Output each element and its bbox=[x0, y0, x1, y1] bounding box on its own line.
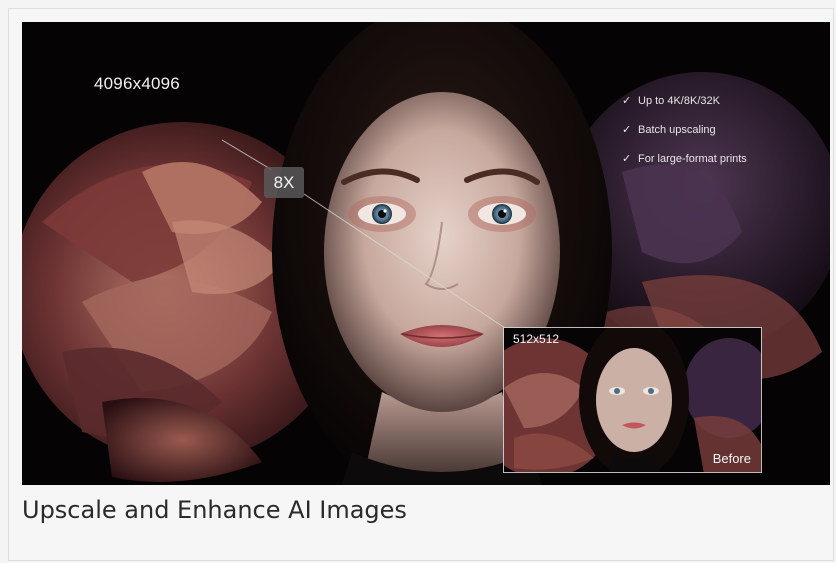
before-label: Before bbox=[712, 451, 751, 466]
card-title[interactable]: Upscale and Enhance AI Images bbox=[22, 493, 407, 527]
feature-list: ✓ Up to 4K/8K/32K ✓ Batch upscaling ✓ Fo… bbox=[622, 86, 747, 173]
output-resolution-label: 4096x4096 bbox=[94, 74, 180, 93]
hero-image[interactable]: 4096x4096 8X ✓ Up to 4K/8K/32K ✓ Batch u… bbox=[22, 22, 830, 485]
feature-text: For large-format prints bbox=[638, 152, 747, 165]
check-icon: ✓ bbox=[622, 95, 632, 107]
zoom-factor-badge: 8X bbox=[264, 167, 304, 198]
input-resolution-label: 512x512 bbox=[513, 332, 560, 346]
image-card[interactable]: 4096x4096 8X ✓ Up to 4K/8K/32K ✓ Batch u… bbox=[8, 8, 834, 561]
feature-text: Up to 4K/8K/32K bbox=[638, 94, 720, 107]
check-icon: ✓ bbox=[622, 124, 632, 136]
feature-item: ✓ For large-format prints bbox=[622, 144, 747, 173]
before-preview: 512x512 Before bbox=[503, 327, 762, 473]
feature-text: Batch upscaling bbox=[638, 123, 716, 136]
feature-item: ✓ Batch upscaling bbox=[622, 115, 747, 144]
check-icon: ✓ bbox=[622, 153, 632, 165]
feature-item: ✓ Up to 4K/8K/32K bbox=[622, 86, 747, 115]
